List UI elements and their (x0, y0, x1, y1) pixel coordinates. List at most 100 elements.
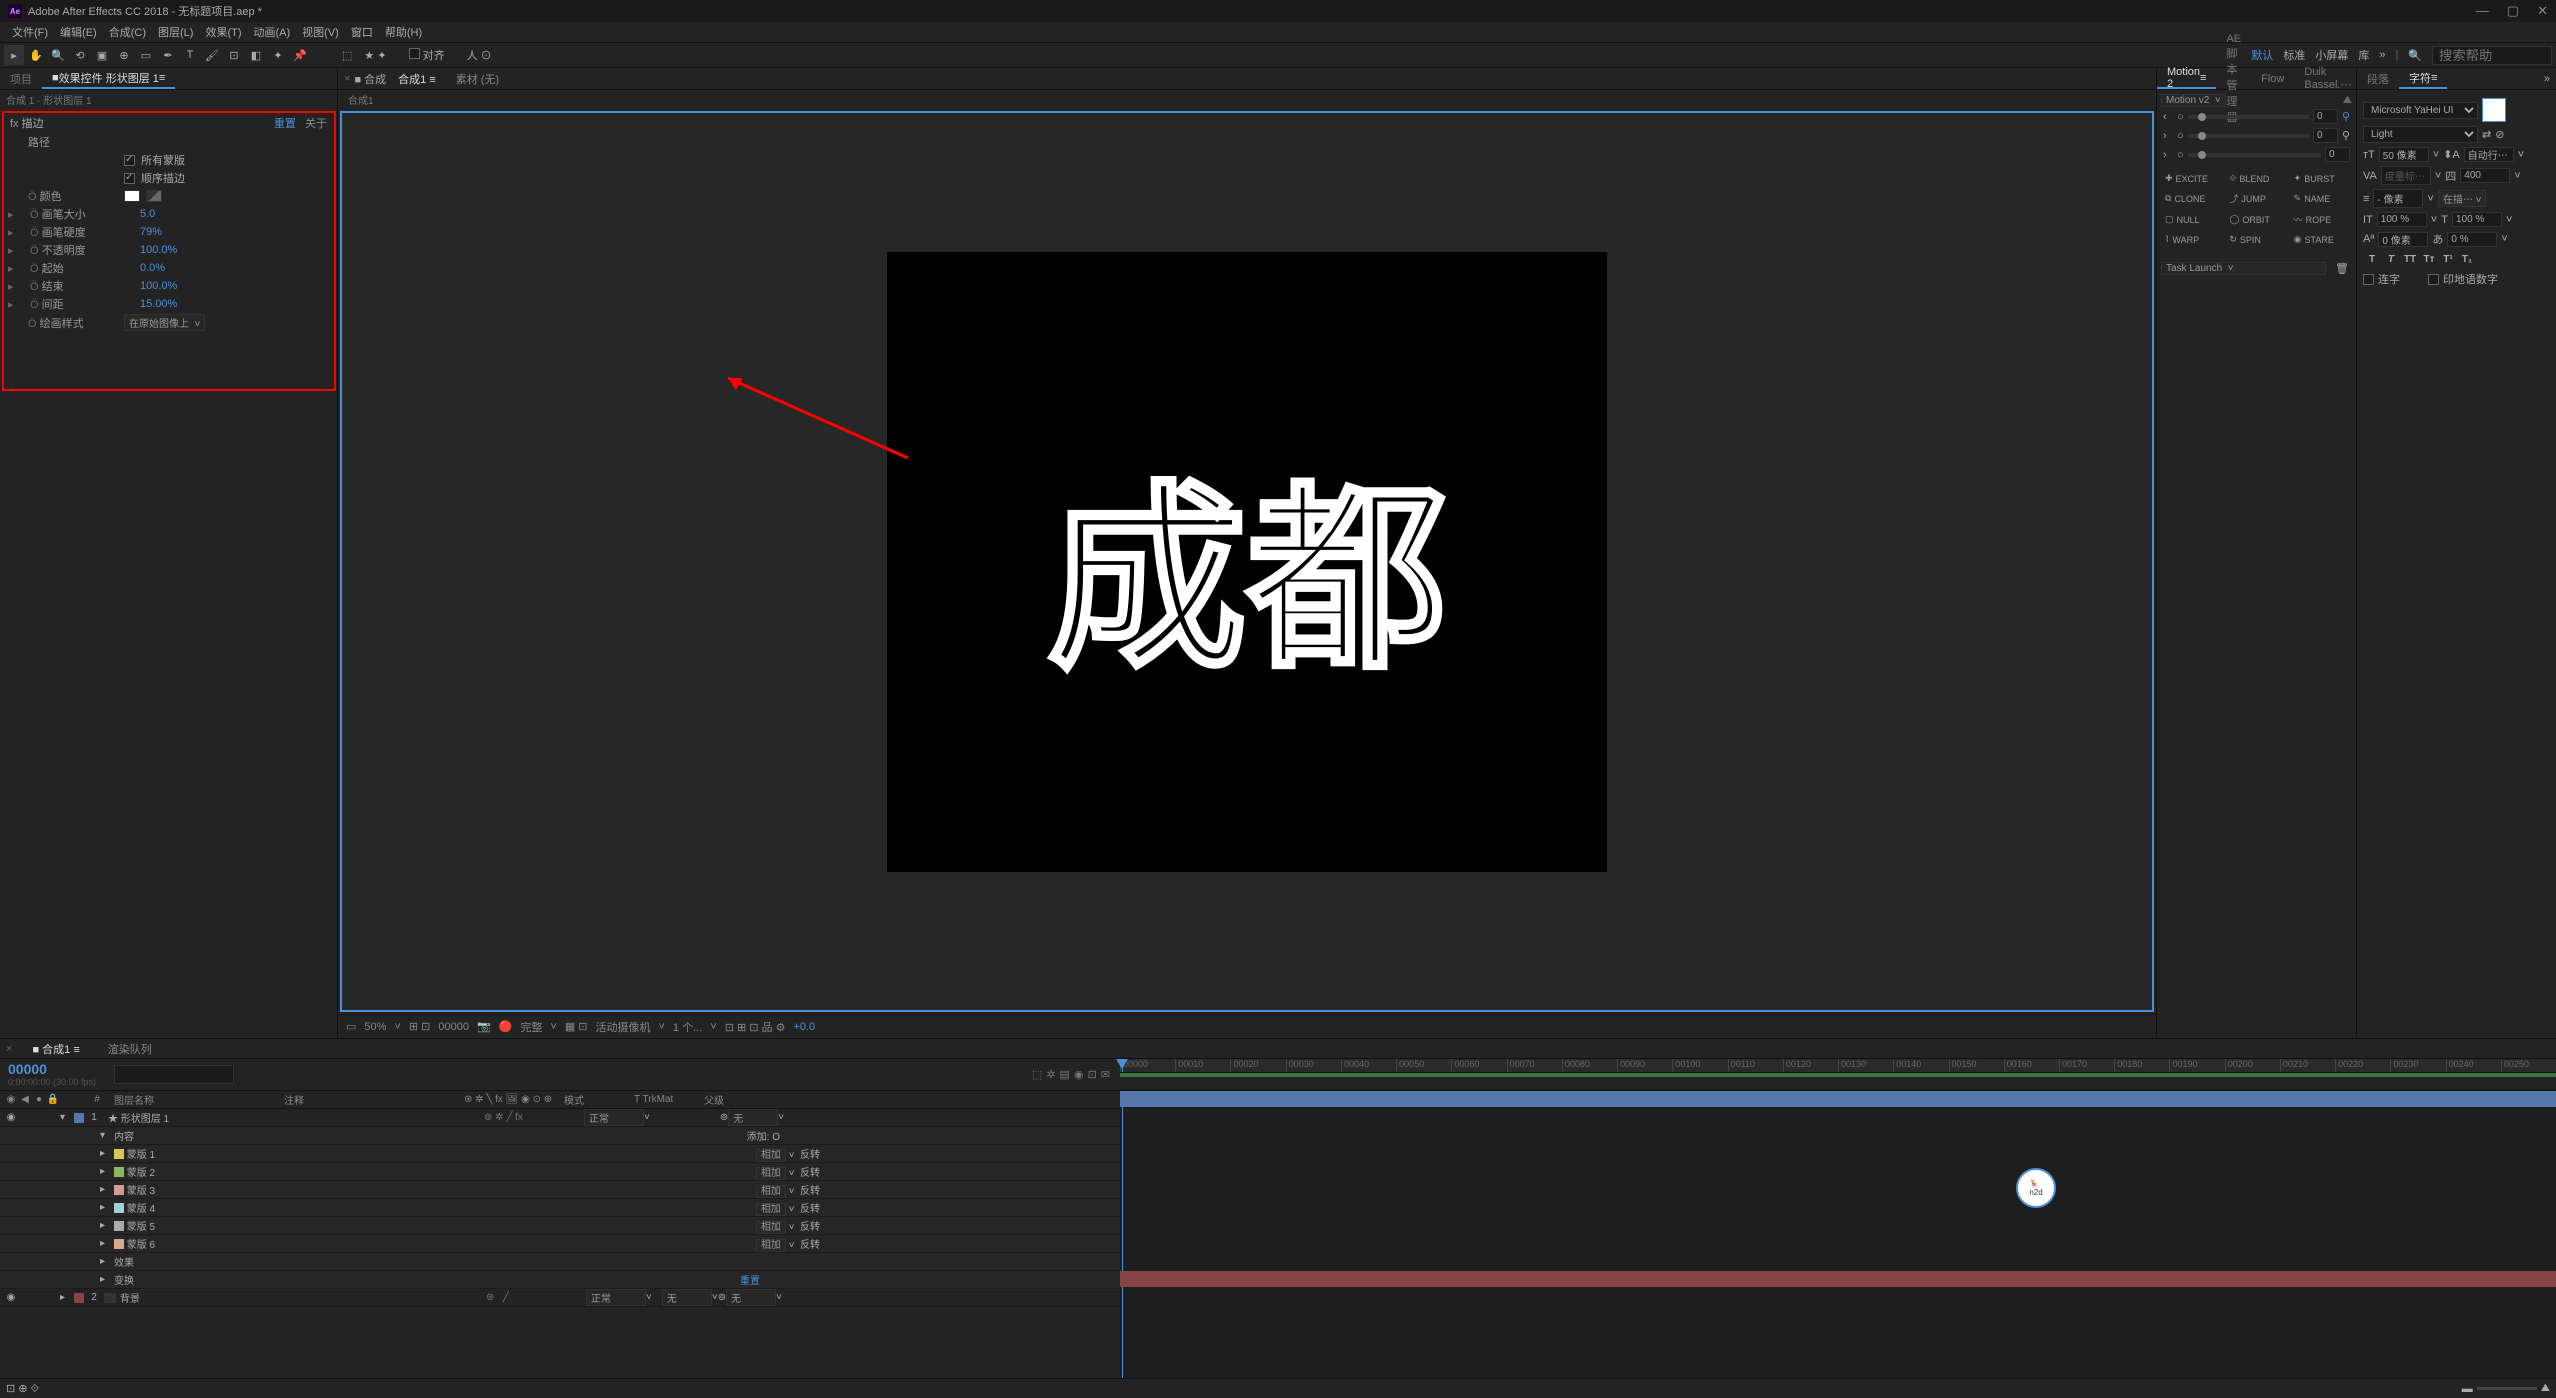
motion-graph-icon[interactable]: ⛰ (2343, 94, 2352, 107)
tab-duik[interactable]: Duik Bassel.⋯ (2294, 68, 2361, 89)
btn-rope[interactable]: 〰 ROPE (2290, 210, 2352, 229)
tracking[interactable] (2460, 168, 2510, 183)
effect-name[interactable]: 描边 (22, 118, 44, 130)
effect-reset[interactable]: 重置 (274, 118, 296, 130)
text-tool[interactable]: T (180, 45, 200, 65)
tl-icon-4[interactable]: ◉ (1074, 1068, 1084, 1081)
layer-bar-2[interactable] (1120, 1271, 2556, 1287)
eraser-tool[interactable]: ◧ (246, 45, 266, 65)
superscript-button[interactable]: T¹ (2439, 251, 2457, 267)
menu-file[interactable]: 文件(F) (8, 24, 52, 40)
italic-button[interactable]: T (2382, 251, 2400, 267)
menu-composition[interactable]: 合成(C) (105, 24, 150, 40)
btn-burst[interactable]: ✦ BURST (2290, 170, 2352, 187)
smallcaps-button[interactable]: Tᴛ (2420, 251, 2438, 267)
tab-flow[interactable]: Flow (2251, 68, 2294, 89)
zoom-slider[interactable]: ▬ ⛰ (2462, 1382, 2550, 1395)
orbit-tool[interactable]: ⟲ (70, 45, 90, 65)
shape-tool[interactable]: ▭ (136, 45, 156, 65)
btn-orbit[interactable]: ◯ ORBIT (2225, 210, 2287, 229)
snapshot-icon[interactable]: 📷 (477, 1020, 491, 1033)
timeline-search[interactable] (114, 1065, 234, 1084)
slider-2[interactable] (2188, 134, 2309, 138)
timeline-tab-comp[interactable]: ■ 合成1 ≡ (24, 1041, 87, 1057)
menu-view[interactable]: 视图(V) (298, 24, 343, 40)
puppet-tool[interactable]: 📌 (290, 45, 310, 65)
tab-effect-controls[interactable]: ■ 效果控件 形状图层 1 ≡ (42, 68, 175, 89)
font-weight[interactable]: Light (2363, 126, 2478, 143)
exposure[interactable]: +0.0 (793, 1021, 815, 1033)
brush-tool[interactable]: 🖌 (202, 45, 222, 65)
tab-character[interactable]: 字符 ≡ (2399, 68, 2447, 89)
comp-tab-footage[interactable]: 素材 (无) (448, 71, 507, 87)
zoom-tool[interactable]: 🔍 (48, 45, 68, 65)
mask-row-3[interactable]: ▸ 蒙版 3相加 ˅ 反转 (0, 1181, 1120, 1199)
font-size[interactable] (2379, 147, 2429, 162)
camera-tool[interactable]: ▣ (92, 45, 112, 65)
camera-dropdown[interactable]: 活动摄像机 (595, 1019, 650, 1035)
zoom-dropdown[interactable]: 50% (364, 1021, 386, 1033)
cb-ligature[interactable] (2363, 274, 2374, 285)
pen-tool[interactable]: ✒ (158, 45, 178, 65)
mask-row-2[interactable]: ▸ 蒙版 2相加 ˅ 反转 (0, 1163, 1120, 1181)
workspace-more-icon[interactable]: » (2379, 49, 2385, 61)
pan-behind-tool[interactable]: ⊕ (114, 45, 134, 65)
cb-hindi[interactable] (2428, 274, 2439, 285)
tab-project[interactable]: 项目 (0, 68, 42, 89)
cb-all-masks[interactable] (124, 155, 135, 166)
btn-name[interactable]: ✎ NAME (2290, 189, 2352, 208)
tab-script-mgr[interactable]: AE脚本管理器 (2216, 68, 2251, 89)
search-help-input[interactable] (2432, 46, 2552, 65)
allcaps-button[interactable]: TT (2401, 251, 2419, 267)
tl-icon-3[interactable]: ▤ (1060, 1068, 1070, 1081)
menu-effect[interactable]: 效果(T) (201, 24, 245, 40)
layer-transform[interactable]: ▸变换重置 (0, 1271, 1120, 1289)
menu-layer[interactable]: 图层(L) (154, 24, 197, 40)
time-ruler[interactable]: 0000000010000200003000040000500006000070… (1120, 1059, 2556, 1073)
panel-more-icon[interactable]: » (2544, 73, 2556, 85)
timeline-tab-render[interactable]: 渲染队列 (100, 1041, 160, 1057)
maximize-button[interactable]: ▢ (2507, 3, 2519, 19)
view-options-icons[interactable]: ⊡ ⊞ ⊡ 品 ⚙ (725, 1019, 786, 1035)
tsume[interactable] (2447, 232, 2497, 247)
font-family[interactable]: Microsoft YaHei UI (2363, 102, 2478, 119)
mask-row-6[interactable]: ▸ 蒙版 6相加 ˅ 反转 (0, 1235, 1120, 1253)
col-layer-name[interactable]: 图层名称 (104, 1092, 284, 1107)
no-stroke-icon[interactable]: ⊘ (2495, 128, 2504, 141)
baseline[interactable] (2378, 232, 2428, 247)
fill-color[interactable] (2482, 98, 2506, 122)
layer-effects[interactable]: ▸效果 (0, 1253, 1120, 1271)
tab-motion2[interactable]: Motion 2 ≡ (2157, 68, 2216, 89)
toggle-switches-icon[interactable]: ⊡ ⊕ ⟐ (6, 1382, 39, 1396)
comp-tab-1[interactable]: 合成1 ≡ (390, 71, 444, 87)
timeline-tracks[interactable]: 🦌n2d (1120, 1091, 2556, 1378)
grid-icon[interactable]: ▦ ⊡ (565, 1020, 588, 1033)
views-dropdown[interactable]: 1 个... (673, 1019, 702, 1035)
leading[interactable] (2464, 147, 2514, 162)
comp-subtab[interactable]: 合成1 (338, 90, 2156, 109)
menu-window[interactable]: 窗口 (347, 24, 377, 40)
menu-animation[interactable]: 动画(A) (250, 24, 295, 40)
tl-icon-5[interactable]: ⊡ (1088, 1068, 1097, 1081)
tl-icon-1[interactable]: ⬚ (1032, 1068, 1042, 1081)
effect-about[interactable]: 关于 (305, 118, 327, 130)
resolution-icon[interactable]: ⊞ ⊡ (409, 1020, 431, 1033)
clone-tool[interactable]: ⊡ (224, 45, 244, 65)
workspace-library[interactable]: 库 (2358, 47, 2369, 63)
workspace-default[interactable]: 默认 (2251, 47, 2273, 63)
menu-edit[interactable]: 编辑(E) (56, 24, 101, 40)
stroke-style[interactable]: 在描⋯ ˅ (2438, 190, 2487, 207)
btn-stare[interactable]: ◉ STARE (2290, 231, 2352, 248)
task-launch-dropdown[interactable]: Task Launch ˅ (2161, 262, 2326, 275)
col-parent[interactable]: 父级 (704, 1092, 764, 1107)
task-delete-icon[interactable]: 🗑 (2332, 258, 2352, 278)
mask-row-5[interactable]: ▸ 蒙版 5相加 ˅ 反转 (0, 1217, 1120, 1235)
col-mode[interactable]: 模式 (564, 1092, 634, 1107)
vscale[interactable] (2377, 212, 2427, 227)
layer-row-1[interactable]: ◉ ▾1 ★ 形状图层 1 ⊛ ✲ ╱ fx 正常˅ ⊚无˅ (0, 1109, 1120, 1127)
btn-null[interactable]: ▢ NULL (2161, 210, 2223, 229)
hand-tool[interactable]: ✋ (26, 45, 46, 65)
mask-row-4[interactable]: ▸ 蒙版 4相加 ˅ 反转 (0, 1199, 1120, 1217)
color-swatch[interactable] (124, 190, 140, 202)
slider-1[interactable] (2188, 115, 2309, 119)
